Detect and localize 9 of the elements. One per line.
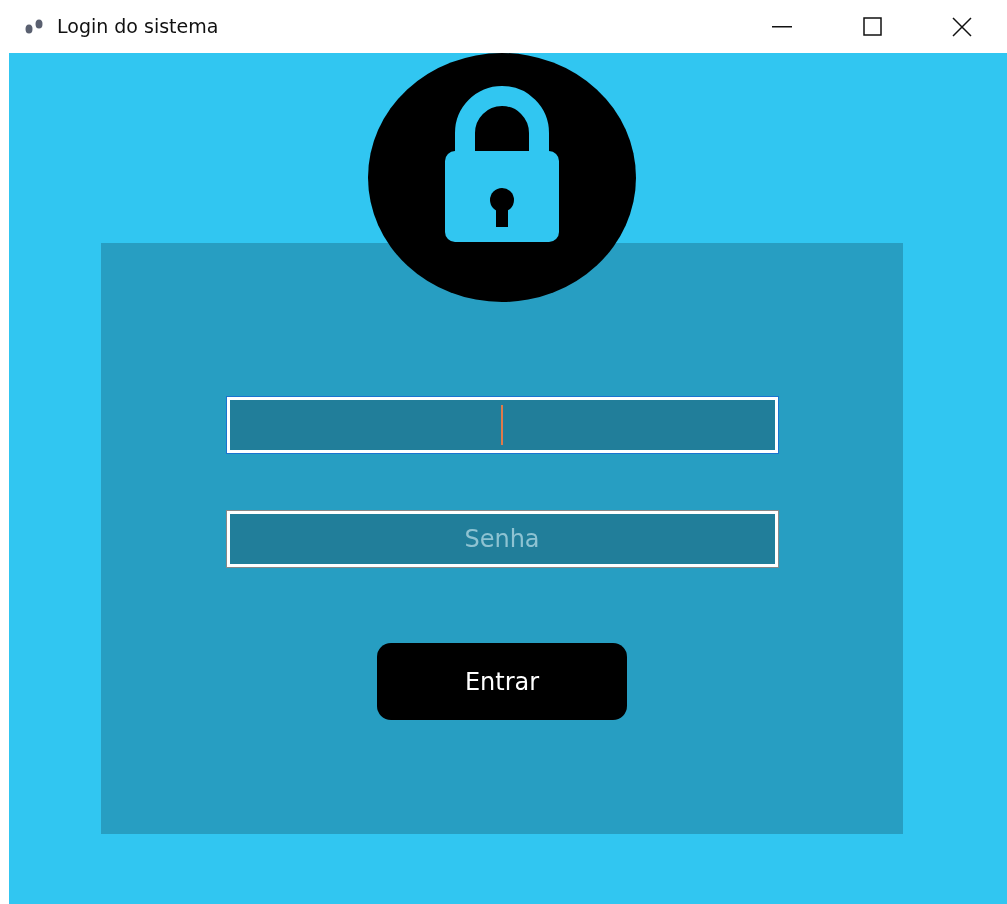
text-caret <box>501 405 503 445</box>
enter-button[interactable]: Entrar <box>377 643 627 720</box>
placeholder-text: Senha <box>464 524 540 555</box>
input-field[interactable] <box>226 397 778 453</box>
minimize-icon <box>772 25 792 28</box>
close-icon <box>952 16 972 37</box>
app-icon <box>23 17 45 36</box>
window-title: Login do sistema <box>57 14 219 40</box>
maximize-icon <box>862 17 882 36</box>
